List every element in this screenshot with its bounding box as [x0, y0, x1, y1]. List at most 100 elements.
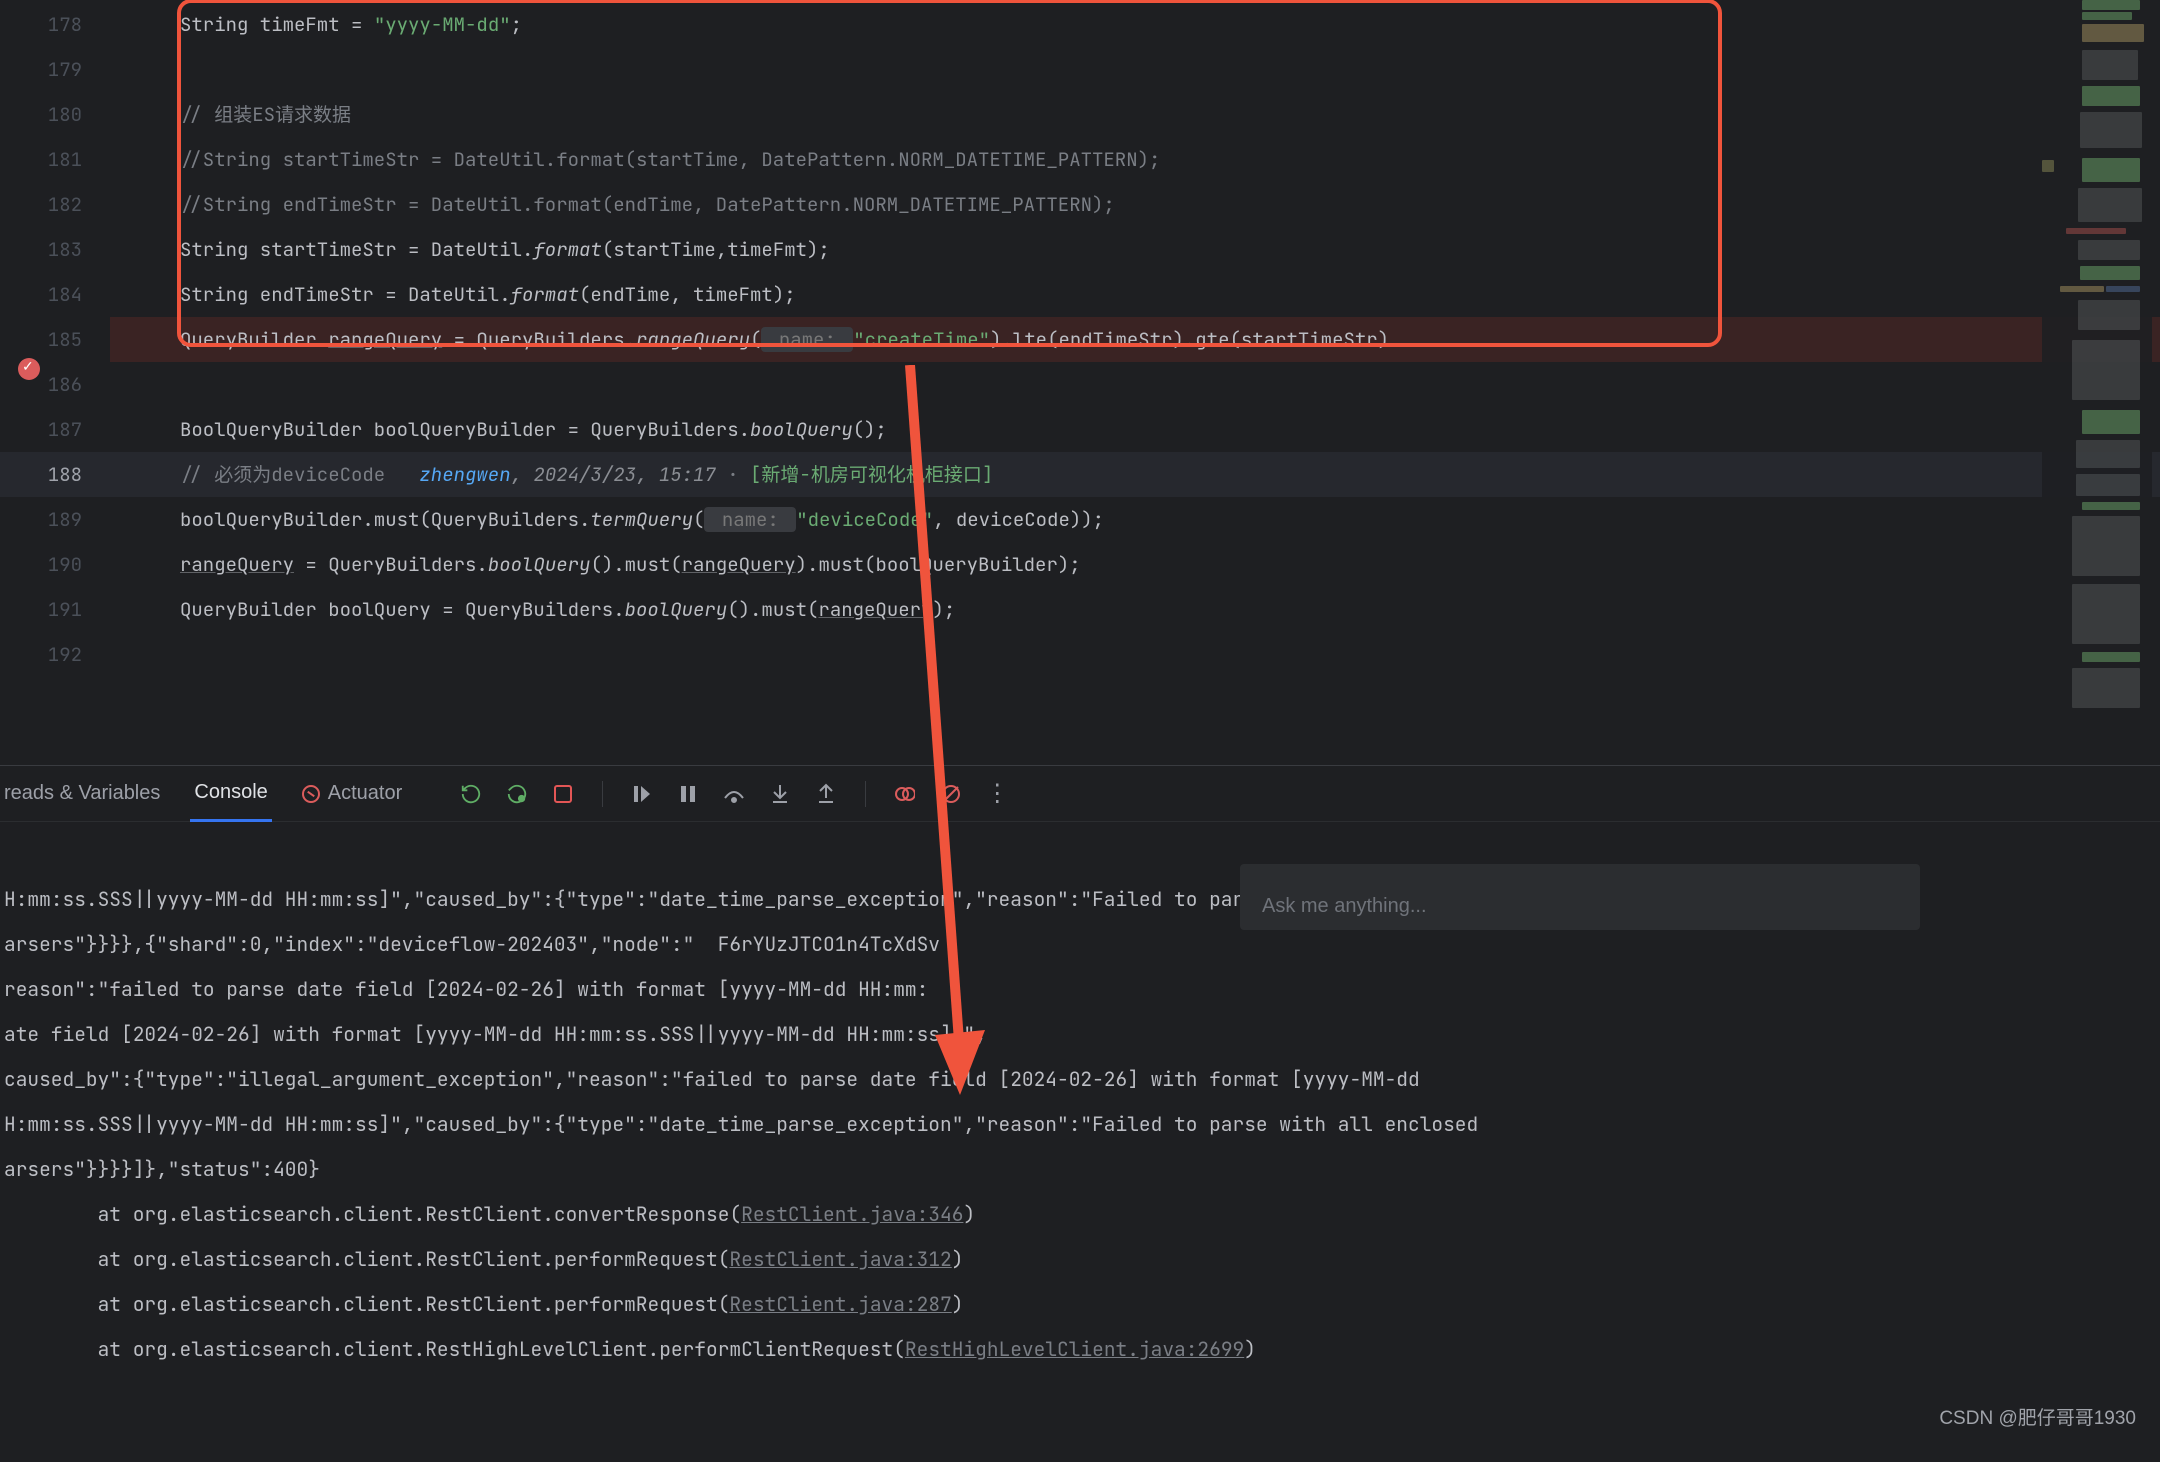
line-number: 179	[0, 47, 110, 92]
separator	[602, 781, 603, 807]
rerun-icon[interactable]	[458, 781, 484, 807]
line-number: 184	[0, 272, 110, 317]
line-number: 186	[0, 362, 110, 407]
line-number: 189	[0, 497, 110, 542]
stack-line: at org.elasticsearch.client.RestClient.c…	[4, 1201, 975, 1227]
source-link[interactable]: RestHighLevelClient.java:2699	[905, 1336, 1244, 1362]
pause-icon[interactable]	[675, 781, 701, 807]
comment: // 组装ES请求数据	[180, 102, 351, 127]
debug-panel: reads & Variables Console Actuator ⋮ H:m…	[0, 765, 2160, 1440]
resume-icon[interactable]	[629, 781, 655, 807]
code-text: ;	[511, 12, 522, 37]
code-text: QueryBuilder boolQuery = QueryBuilders.	[180, 597, 625, 622]
step-into-icon[interactable]	[767, 781, 793, 807]
code-text: QueryBuilder	[180, 327, 328, 352]
method-call: boolQuery	[750, 417, 853, 442]
tab-threads-variables[interactable]: reads & Variables	[0, 766, 164, 822]
code-text: = QueryBuilders.	[442, 327, 636, 352]
string-literal: "createTime"	[853, 327, 990, 352]
editor-minimap[interactable]	[2042, 0, 2152, 760]
comment: //String endTimeStr = DateUtil.format(en…	[180, 192, 1115, 217]
view-breakpoints-icon[interactable]	[892, 781, 918, 807]
line-number: 178	[0, 2, 110, 47]
stack-line: at org.elasticsearch.client.RestHighLeve…	[4, 1336, 1256, 1362]
variable: rangeQuery	[328, 327, 442, 352]
code-text: String timeFmt =	[180, 12, 374, 37]
tab-label: Actuator	[328, 782, 402, 805]
variable: rangeQuery	[180, 552, 294, 577]
code-text: (endTime, timeFmt);	[579, 282, 796, 307]
console-line: arsers"}}}},{"shard":0,"index":"devicefl…	[4, 931, 940, 957]
code-text: String endTimeStr = DateUtil.	[180, 282, 511, 307]
console-line: reason":"failed to parse date field [202…	[4, 976, 928, 1002]
code-text: ().must(	[727, 597, 818, 622]
parameter-hint: name:	[704, 507, 796, 532]
line-number: 187	[0, 407, 110, 452]
source-link[interactable]: RestClient.java:346	[741, 1201, 963, 1227]
line-number-gutter: 178 179 180 181 182 183 184 185 186 187 …	[0, 0, 110, 765]
code-text: , deviceCode));	[933, 507, 1104, 532]
line-number: 192	[0, 632, 110, 677]
line-number: 180	[0, 92, 110, 137]
code-text: BoolQueryBuilder boolQueryBuilder = Quer…	[180, 417, 750, 442]
stack-line: at org.elasticsearch.client.RestClient.p…	[4, 1246, 963, 1272]
comment: // 必须为deviceCode	[180, 462, 419, 487]
comment: //String startTimeStr = DateUtil.format(…	[180, 147, 1160, 172]
code-text: ·	[716, 462, 750, 487]
method-call: rangeQuery	[636, 327, 750, 352]
rerun-debug-icon[interactable]	[504, 781, 530, 807]
source-link[interactable]: RestClient.java:312	[729, 1246, 951, 1272]
method-call: format	[511, 282, 579, 307]
line-number: 188	[0, 452, 110, 497]
string-literal: "yyyy-MM-dd"	[374, 12, 511, 37]
variable: rangeQuery	[682, 552, 796, 577]
separator	[865, 781, 866, 807]
more-icon[interactable]: ⋮	[984, 781, 1010, 807]
code-text: ();	[853, 417, 887, 442]
code-text: (	[750, 327, 761, 352]
line-number: 183	[0, 227, 110, 272]
variable: rangeQuery	[818, 597, 932, 622]
step-out-icon[interactable]	[813, 781, 839, 807]
line-number: 181	[0, 137, 110, 182]
method-call: boolQuery	[625, 597, 728, 622]
method-call: termQuery	[590, 507, 693, 532]
method-call: boolQuery	[488, 552, 591, 577]
line-number: 190	[0, 542, 110, 587]
code-text: ,	[511, 462, 534, 487]
line-number: 182	[0, 182, 110, 227]
tab-console[interactable]: Console	[190, 766, 271, 822]
stack-line: at org.elasticsearch.client.RestClient.p…	[4, 1291, 963, 1317]
ask-input[interactable]: Ask me anything...	[1240, 864, 1920, 930]
code-text: (startTime,timeFmt);	[602, 237, 830, 262]
code-text: );	[932, 597, 955, 622]
string-literal: "deviceCode"	[796, 507, 933, 532]
code-text: ).must(boolQueryBuilder);	[796, 552, 1081, 577]
source-link[interactable]: RestClient.java:287	[729, 1291, 951, 1317]
code-text: String startTimeStr = DateUtil.	[180, 237, 533, 262]
console-line: caused_by":{"type":"illegal_argument_exc…	[4, 1066, 1431, 1092]
mute-breakpoints-icon[interactable]	[938, 781, 964, 807]
tab-actuator[interactable]: Actuator	[298, 766, 406, 822]
console-line: arsers"}}}}]},"status":400}	[4, 1156, 320, 1182]
watermark: CSDN @肥仔哥哥1930	[1939, 1403, 2136, 1430]
parameter-hint: name:	[761, 327, 853, 352]
debug-toolbar: ⋮	[458, 781, 1010, 807]
console-line: ate field [2024-02-26] with format [yyyy…	[4, 1021, 987, 1047]
code-text: ().must(	[590, 552, 681, 577]
code-text: = QueryBuilders.	[294, 552, 488, 577]
code-text: boolQueryBuilder.must(QueryBuilders.	[180, 507, 590, 532]
code-editor[interactable]: 178 179 180 181 182 183 184 185 186 187 …	[0, 0, 2160, 765]
breakpoint-icon[interactable]	[18, 358, 40, 380]
code-content[interactable]: String timeFmt = "yyyy-MM-dd"; // 组装ES请求…	[110, 0, 2160, 765]
method-call: format	[533, 237, 601, 262]
debug-tabs: reads & Variables Console Actuator ⋮	[0, 766, 2160, 822]
line-number: 191	[0, 587, 110, 632]
vcs-author: zhengwen	[419, 462, 510, 487]
console-output[interactable]: H:mm:ss.SSS||yyyy-MM-dd HH:mm:ss]","caus…	[0, 822, 2160, 1462]
step-over-icon[interactable]	[721, 781, 747, 807]
vcs-message: [新增-机房可视化机柜接口]	[750, 462, 993, 487]
code-text: ).lte(endTimeStr).gte(startTimeStr)	[990, 327, 1389, 352]
code-text: (	[693, 507, 704, 532]
stop-icon[interactable]	[550, 781, 576, 807]
